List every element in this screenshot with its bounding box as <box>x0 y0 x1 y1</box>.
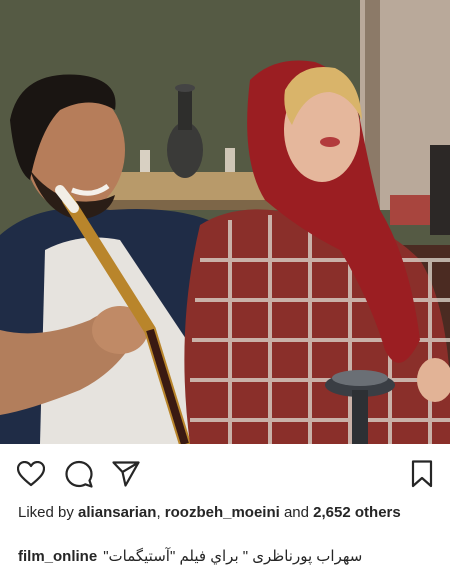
photo-illustration <box>0 0 450 444</box>
likes-others[interactable]: others <box>355 504 401 521</box>
caption-username[interactable]: film_online <box>18 548 97 565</box>
liker-link-2[interactable]: roozbeh_moeini <box>165 504 280 521</box>
likes-count[interactable]: 2,652 <box>313 504 351 521</box>
liker-link-1[interactable]: aliansarian <box>78 504 156 521</box>
caption-text: سهراب پورناظری " براي فيلم "آستيگمات" <box>103 548 363 565</box>
post-caption: film_online سهراب پورناظری " براي فيلم "آ… <box>18 547 438 567</box>
likes-prefix: Liked by <box>18 504 74 521</box>
comment-icon[interactable] <box>64 459 94 489</box>
send-icon[interactable] <box>111 459 141 489</box>
bookmark-icon[interactable] <box>407 459 437 489</box>
likes-summary: Liked by aliansarian, roozbeh_moeini and… <box>18 503 418 523</box>
post-actions-bar <box>0 444 450 504</box>
liker-separator: , <box>156 504 161 521</box>
heart-icon[interactable] <box>16 459 46 489</box>
likes-and: and <box>283 504 309 521</box>
post-photo[interactable] <box>0 0 450 444</box>
